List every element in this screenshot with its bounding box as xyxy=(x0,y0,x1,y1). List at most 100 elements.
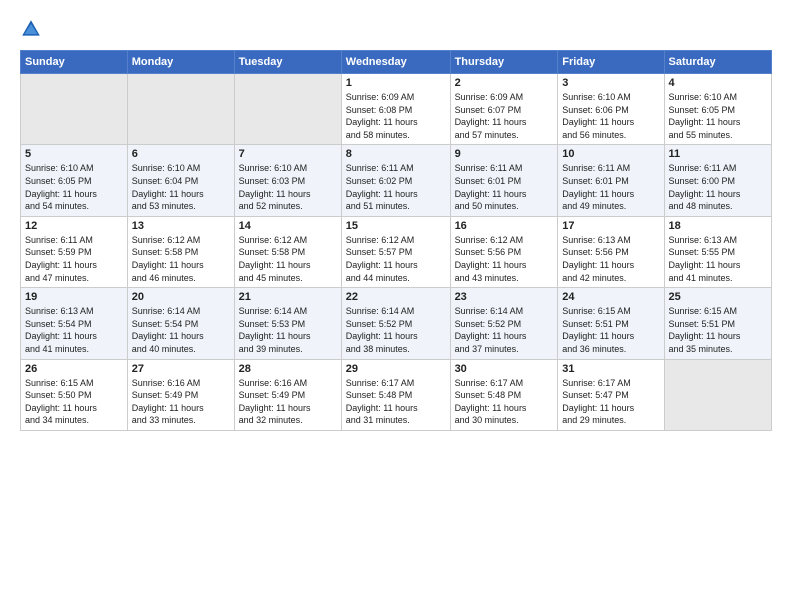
day-cell: 13 Sunrise: 6:12 AM Sunset: 5:58 PM Dayli… xyxy=(127,216,234,287)
day-info: Sunrise: 6:16 AM Sunset: 5:49 PM Dayligh… xyxy=(132,377,230,427)
day-number: 23 xyxy=(455,291,554,303)
weekday-header-monday: Monday xyxy=(127,51,234,74)
day-number: 11 xyxy=(669,148,767,160)
weekday-header-wednesday: Wednesday xyxy=(341,51,450,74)
day-number: 28 xyxy=(239,363,337,375)
weekday-header-thursday: Thursday xyxy=(450,51,558,74)
day-number: 18 xyxy=(669,220,767,232)
day-cell xyxy=(21,74,128,145)
day-cell: 6 Sunrise: 6:10 AM Sunset: 6:04 PM Daylig… xyxy=(127,145,234,216)
day-number: 24 xyxy=(562,291,659,303)
day-info: Sunrise: 6:10 AM Sunset: 6:04 PM Dayligh… xyxy=(132,162,230,212)
day-number: 17 xyxy=(562,220,659,232)
day-info: Sunrise: 6:13 AM Sunset: 5:54 PM Dayligh… xyxy=(25,305,123,355)
day-info: Sunrise: 6:15 AM Sunset: 5:51 PM Dayligh… xyxy=(562,305,659,355)
day-number: 27 xyxy=(132,363,230,375)
day-number: 7 xyxy=(239,148,337,160)
day-info: Sunrise: 6:11 AM Sunset: 6:02 PM Dayligh… xyxy=(346,162,446,212)
page: SundayMondayTuesdayWednesdayThursdayFrid… xyxy=(0,0,792,612)
day-cell: 22 Sunrise: 6:14 AM Sunset: 5:52 PM Dayli… xyxy=(341,288,450,359)
day-cell: 15 Sunrise: 6:12 AM Sunset: 5:57 PM Dayli… xyxy=(341,216,450,287)
day-info: Sunrise: 6:12 AM Sunset: 5:58 PM Dayligh… xyxy=(132,234,230,284)
day-info: Sunrise: 6:15 AM Sunset: 5:51 PM Dayligh… xyxy=(669,305,767,355)
day-cell: 14 Sunrise: 6:12 AM Sunset: 5:58 PM Dayli… xyxy=(234,216,341,287)
day-number: 13 xyxy=(132,220,230,232)
day-info: Sunrise: 6:12 AM Sunset: 5:56 PM Dayligh… xyxy=(455,234,554,284)
day-cell: 8 Sunrise: 6:11 AM Sunset: 6:02 PM Daylig… xyxy=(341,145,450,216)
day-info: Sunrise: 6:14 AM Sunset: 5:53 PM Dayligh… xyxy=(239,305,337,355)
day-cell xyxy=(234,74,341,145)
day-info: Sunrise: 6:10 AM Sunset: 6:05 PM Dayligh… xyxy=(669,91,767,141)
day-info: Sunrise: 6:13 AM Sunset: 5:56 PM Dayligh… xyxy=(562,234,659,284)
header xyxy=(20,18,772,40)
calendar: SundayMondayTuesdayWednesdayThursdayFrid… xyxy=(20,50,772,431)
day-info: Sunrise: 6:10 AM Sunset: 6:03 PM Dayligh… xyxy=(239,162,337,212)
day-number: 15 xyxy=(346,220,446,232)
day-cell: 31 Sunrise: 6:17 AM Sunset: 5:47 PM Dayli… xyxy=(558,359,664,430)
day-cell: 18 Sunrise: 6:13 AM Sunset: 5:55 PM Dayli… xyxy=(664,216,771,287)
week-row-2: 5Sunrise: 6:10 AM Sunset: 6:05 PM Daylig… xyxy=(21,145,772,216)
day-info: Sunrise: 6:09 AM Sunset: 6:07 PM Dayligh… xyxy=(455,91,554,141)
day-number: 5 xyxy=(25,148,123,160)
week-row-5: 26 Sunrise: 6:15 AM Sunset: 5:50 PM Dayli… xyxy=(21,359,772,430)
day-number: 14 xyxy=(239,220,337,232)
logo-icon xyxy=(20,18,42,40)
day-number: 12 xyxy=(25,220,123,232)
day-cell: 3 Sunrise: 6:10 AM Sunset: 6:06 PM Daylig… xyxy=(558,74,664,145)
day-number: 6 xyxy=(132,148,230,160)
day-info: Sunrise: 6:11 AM Sunset: 6:01 PM Dayligh… xyxy=(562,162,659,212)
day-cell: 17 Sunrise: 6:13 AM Sunset: 5:56 PM Dayli… xyxy=(558,216,664,287)
weekday-header-row: SundayMondayTuesdayWednesdayThursdayFrid… xyxy=(21,51,772,74)
day-info: Sunrise: 6:13 AM Sunset: 5:55 PM Dayligh… xyxy=(669,234,767,284)
day-cell: 23Sunrise: 6:14 AM Sunset: 5:52 PM Dayli… xyxy=(450,288,558,359)
day-info: Sunrise: 6:12 AM Sunset: 5:57 PM Dayligh… xyxy=(346,234,446,284)
day-number: 8 xyxy=(346,148,446,160)
day-info: Sunrise: 6:14 AM Sunset: 5:52 PM Dayligh… xyxy=(346,305,446,355)
day-number: 2 xyxy=(455,77,554,89)
day-number: 10 xyxy=(562,148,659,160)
day-cell: 11Sunrise: 6:11 AM Sunset: 6:00 PM Dayli… xyxy=(664,145,771,216)
day-cell: 4 Sunrise: 6:10 AM Sunset: 6:05 PM Daylig… xyxy=(664,74,771,145)
day-number: 3 xyxy=(562,77,659,89)
day-info: Sunrise: 6:11 AM Sunset: 5:59 PM Dayligh… xyxy=(25,234,123,284)
day-info: Sunrise: 6:17 AM Sunset: 5:48 PM Dayligh… xyxy=(455,377,554,427)
day-cell: 16Sunrise: 6:12 AM Sunset: 5:56 PM Dayli… xyxy=(450,216,558,287)
day-number: 1 xyxy=(346,77,446,89)
day-number: 26 xyxy=(25,363,123,375)
week-row-3: 12 Sunrise: 6:11 AM Sunset: 5:59 PM Dayli… xyxy=(21,216,772,287)
day-info: Sunrise: 6:12 AM Sunset: 5:58 PM Dayligh… xyxy=(239,234,337,284)
day-number: 22 xyxy=(346,291,446,303)
day-number: 4 xyxy=(669,77,767,89)
weekday-header-saturday: Saturday xyxy=(664,51,771,74)
logo xyxy=(20,18,45,40)
weekday-header-tuesday: Tuesday xyxy=(234,51,341,74)
day-number: 30 xyxy=(455,363,554,375)
day-cell: 25Sunrise: 6:15 AM Sunset: 5:51 PM Dayli… xyxy=(664,288,771,359)
day-number: 29 xyxy=(346,363,446,375)
day-cell: 19Sunrise: 6:13 AM Sunset: 5:54 PM Dayli… xyxy=(21,288,128,359)
day-cell: 26 Sunrise: 6:15 AM Sunset: 5:50 PM Dayli… xyxy=(21,359,128,430)
day-number: 31 xyxy=(562,363,659,375)
day-info: Sunrise: 6:10 AM Sunset: 6:06 PM Dayligh… xyxy=(562,91,659,141)
day-cell: 9Sunrise: 6:11 AM Sunset: 6:01 PM Daylig… xyxy=(450,145,558,216)
day-cell: 10 Sunrise: 6:11 AM Sunset: 6:01 PM Dayli… xyxy=(558,145,664,216)
day-cell: 2 Sunrise: 6:09 AM Sunset: 6:07 PM Daylig… xyxy=(450,74,558,145)
day-cell xyxy=(127,74,234,145)
weekday-header-sunday: Sunday xyxy=(21,51,128,74)
day-info: Sunrise: 6:16 AM Sunset: 5:49 PM Dayligh… xyxy=(239,377,337,427)
day-cell: 27 Sunrise: 6:16 AM Sunset: 5:49 PM Dayli… xyxy=(127,359,234,430)
day-cell: 21Sunrise: 6:14 AM Sunset: 5:53 PM Dayli… xyxy=(234,288,341,359)
week-row-1: 1 Sunrise: 6:09 AM Sunset: 6:08 PM Daylig… xyxy=(21,74,772,145)
day-cell: 20Sunrise: 6:14 AM Sunset: 5:54 PM Dayli… xyxy=(127,288,234,359)
day-cell xyxy=(664,359,771,430)
day-info: Sunrise: 6:09 AM Sunset: 6:08 PM Dayligh… xyxy=(346,91,446,141)
week-row-4: 19Sunrise: 6:13 AM Sunset: 5:54 PM Dayli… xyxy=(21,288,772,359)
day-cell: 1 Sunrise: 6:09 AM Sunset: 6:08 PM Daylig… xyxy=(341,74,450,145)
day-cell: 5Sunrise: 6:10 AM Sunset: 6:05 PM Daylig… xyxy=(21,145,128,216)
day-cell: 28 Sunrise: 6:16 AM Sunset: 5:49 PM Dayli… xyxy=(234,359,341,430)
day-cell: 7 Sunrise: 6:10 AM Sunset: 6:03 PM Daylig… xyxy=(234,145,341,216)
weekday-header-friday: Friday xyxy=(558,51,664,74)
day-info: Sunrise: 6:15 AM Sunset: 5:50 PM Dayligh… xyxy=(25,377,123,427)
day-info: Sunrise: 6:17 AM Sunset: 5:47 PM Dayligh… xyxy=(562,377,659,427)
day-info: Sunrise: 6:14 AM Sunset: 5:54 PM Dayligh… xyxy=(132,305,230,355)
